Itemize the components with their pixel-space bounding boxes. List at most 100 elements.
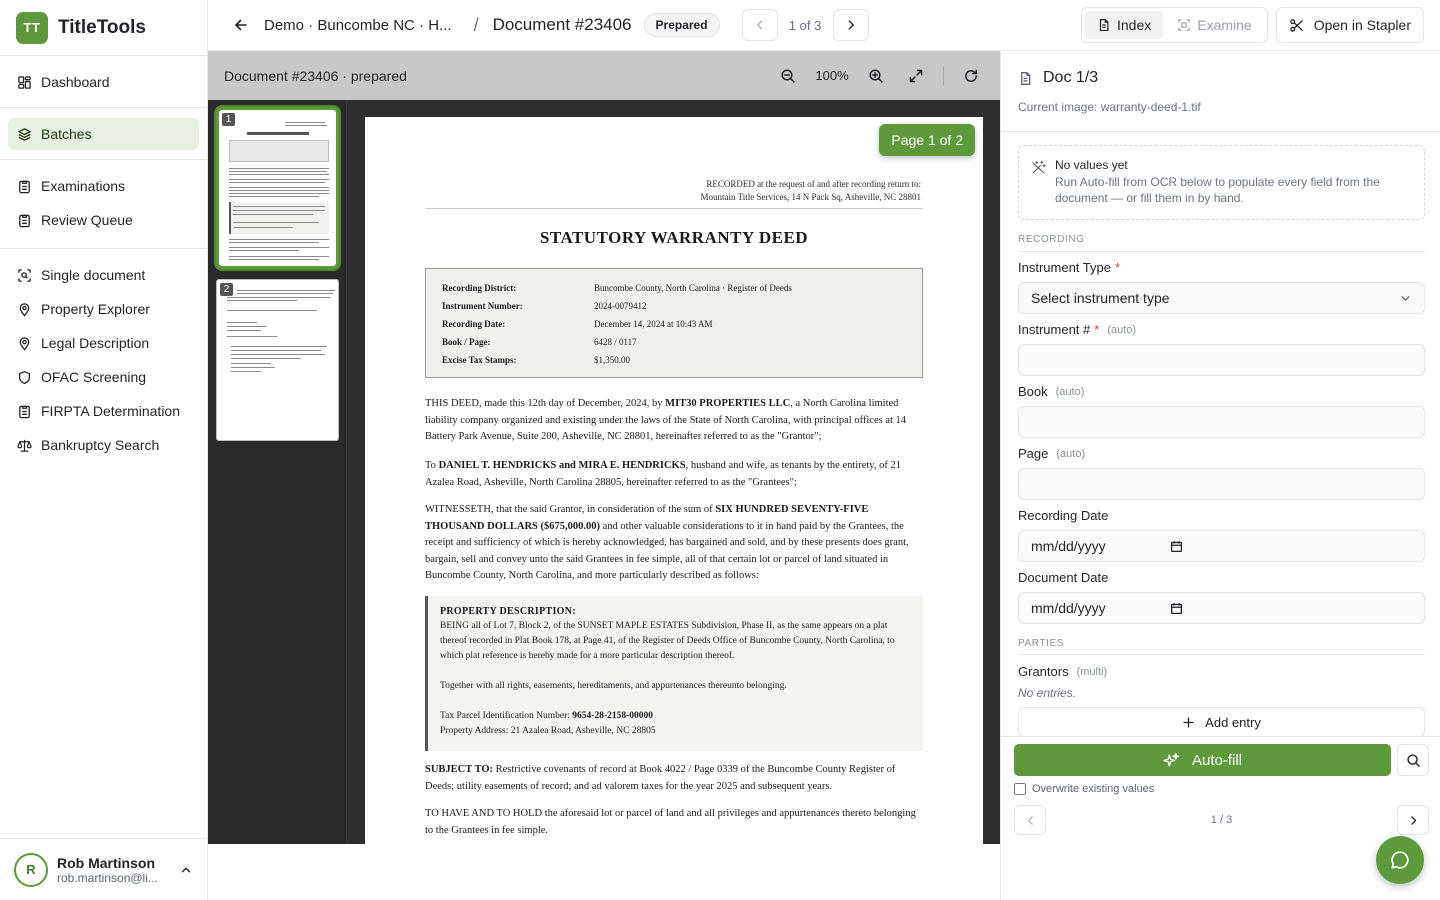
page-thumbnail-1[interactable]: 1 [216, 107, 339, 269]
viewer-toolbar: Document #23406 · prepared 100% [208, 51, 1000, 100]
sidebar-item-label: Dashboard [41, 74, 110, 90]
section-divider [1018, 251, 1425, 252]
sidebar-item-bankruptcy-search[interactable]: Bankruptcy Search [8, 429, 199, 461]
user-info: Rob Martinson rob.martinson@li... [57, 855, 170, 885]
chevron-right-icon [1410, 815, 1416, 825]
instrument-number-field[interactable] [1018, 344, 1425, 376]
recording-note: RECORDED at the request of and after rec… [701, 178, 922, 204]
breadcrumb-separator: / [473, 14, 479, 35]
document-navigation: 1 / 3 [1014, 805, 1429, 835]
section-label-parties: PARTIES [1018, 638, 1065, 649]
brand[interactable]: TT TitleTools [0, 0, 207, 56]
document-date-field[interactable]: mm/dd/yyyy [1018, 592, 1425, 624]
scale-icon [17, 439, 32, 452]
sidebar-item-legal-description[interactable]: Legal Description [8, 327, 199, 359]
add-grantor-button[interactable]: Add entry [1018, 707, 1425, 736]
recording-value: 2024-0079412 [594, 301, 647, 311]
clipboard-icon [19, 180, 30, 193]
next-doc-button[interactable] [1397, 805, 1429, 835]
thumbnail-number: 1 [222, 113, 235, 126]
sparkles-icon [1163, 752, 1180, 767]
text: To [425, 460, 439, 471]
sidebar-item-label: FIRPTA Determination [41, 403, 181, 419]
page-field[interactable] [1018, 468, 1425, 500]
previous-doc-button[interactable] [1014, 805, 1046, 835]
nav-group-main: Dashboard [0, 56, 207, 108]
sidebar-item-firpta-determination[interactable]: FIRPTA Determination [8, 395, 199, 427]
sidebar-item-ofac-screening[interactable]: OFAC Screening [8, 361, 199, 393]
grantors-label: Grantors (multi) [1018, 664, 1107, 679]
sidebar-item-review-queue[interactable]: Review Queue [8, 204, 199, 236]
recording-value: Buncombe County, North Carolina · Regist… [594, 283, 792, 293]
empty-state-text: Run Auto-fill from OCR below to populate… [1055, 175, 1380, 205]
breadcrumb-batch[interactable]: Demo · Buncombe NC · H... [264, 17, 452, 34]
sidebar-item-examinations[interactable]: Examinations [8, 170, 199, 202]
tab-label: Examine [1197, 17, 1252, 33]
chevron-up-icon[interactable] [179, 863, 193, 877]
book-label: Book (auto) [1018, 384, 1084, 399]
tab-label: Index [1116, 17, 1152, 33]
field-label: Grantors [1018, 664, 1069, 679]
document-page: Page 1 of 2 RECORDED at the request of a… [365, 117, 983, 844]
rotate-button[interactable] [958, 63, 984, 89]
recording-key: Book / Page: [442, 337, 491, 347]
deed-paragraph-grantees: To DANIEL T. HENDRICKS and MIRA E. HENDR… [425, 458, 923, 491]
user-menu[interactable]: R Rob Martinson rob.martinson@li... [0, 838, 207, 900]
fullscreen-button[interactable] [903, 63, 929, 89]
search-button[interactable] [1397, 744, 1429, 776]
instrument-type-select[interactable]: Select instrument type [1018, 282, 1425, 314]
tax-parcel-line: Tax Parcel Identification Number: 9654-2… [440, 709, 911, 724]
toolbar-divider [943, 66, 944, 85]
panel-title: Doc 1/3 [1043, 69, 1099, 86]
chevron-right-icon [848, 20, 854, 30]
section-label-recording: RECORDING [1018, 234, 1085, 245]
field-label: Book [1018, 384, 1048, 399]
arrow-left-icon [235, 19, 247, 31]
calendar-icon[interactable] [1170, 602, 1183, 615]
avatar: R [14, 852, 48, 887]
overwrite-option[interactable]: Overwrite existing values [1014, 783, 1154, 795]
book-field[interactable] [1018, 406, 1425, 438]
auto-hint: (auto) [1056, 447, 1086, 460]
panel-header: Doc 1/3 [1018, 69, 1098, 87]
calendar-icon[interactable] [1170, 540, 1183, 553]
sidebar-item-label: OFAC Screening [41, 369, 147, 385]
select-placeholder: Select instrument type [1031, 290, 1170, 306]
zoom-in-button[interactable] [863, 63, 889, 89]
clipboard-check-icon [19, 214, 30, 227]
chat-button[interactable] [1376, 836, 1424, 884]
page-thumbnail-2[interactable]: 2 [216, 279, 339, 441]
sidebar-item-property-explorer[interactable]: Property Explorer [8, 293, 199, 325]
recording-note-line-2: Mountain Title Services, 14 N Pack Sq, A… [700, 192, 922, 202]
back-button[interactable] [230, 14, 252, 36]
text: Restrictive covenants of record at Book … [425, 764, 896, 792]
sidebar-item-batches[interactable]: Batches [8, 118, 199, 150]
recording-date-field[interactable]: mm/dd/yyyy [1018, 530, 1425, 562]
nav-group-tools: Single document Property Explorer Legal … [0, 249, 207, 469]
previous-document-button[interactable] [741, 9, 778, 41]
sidebar-item-label: Bankruptcy Search [41, 437, 160, 453]
sidebar-item-dashboard[interactable]: Dashboard [8, 66, 199, 98]
search-icon [1406, 753, 1420, 767]
subject-to-label: SUBJECT TO: [425, 764, 493, 775]
appurtenances-text: Together with all rights, easements, her… [440, 681, 787, 691]
recording-row: Recording Date: December 14, 2024 at 10:4… [442, 315, 906, 333]
tab-index[interactable]: Index [1084, 11, 1164, 39]
next-document-button[interactable] [832, 9, 869, 41]
zoom-out-button[interactable] [775, 63, 801, 89]
open-in-stapler-label: Open in Stapler [1313, 17, 1411, 33]
empty-state: No values yet Run Auto-fill from OCR bel… [1018, 145, 1425, 220]
open-in-stapler-button[interactable]: Open in Stapler [1275, 7, 1424, 43]
overwrite-label: Overwrite existing values [1032, 783, 1155, 795]
document-date-label: Document Date [1018, 570, 1108, 585]
overwrite-checkbox[interactable] [1014, 783, 1026, 795]
rotate-icon [965, 68, 977, 82]
tab-examine[interactable]: Examine [1165, 11, 1263, 39]
auto-fill-button[interactable]: Auto-fill [1014, 744, 1391, 776]
auto-fill-label: Auto-fill [1191, 751, 1243, 769]
recording-key: Recording District: [442, 283, 517, 293]
viewer-tools: 100% [775, 63, 984, 89]
sidebar-item-label: Property Explorer [41, 301, 150, 317]
page-canvas[interactable]: Page 1 of 2 RECORDED at the request of a… [347, 100, 1000, 844]
sidebar-item-single-document[interactable]: Single document [8, 259, 199, 291]
